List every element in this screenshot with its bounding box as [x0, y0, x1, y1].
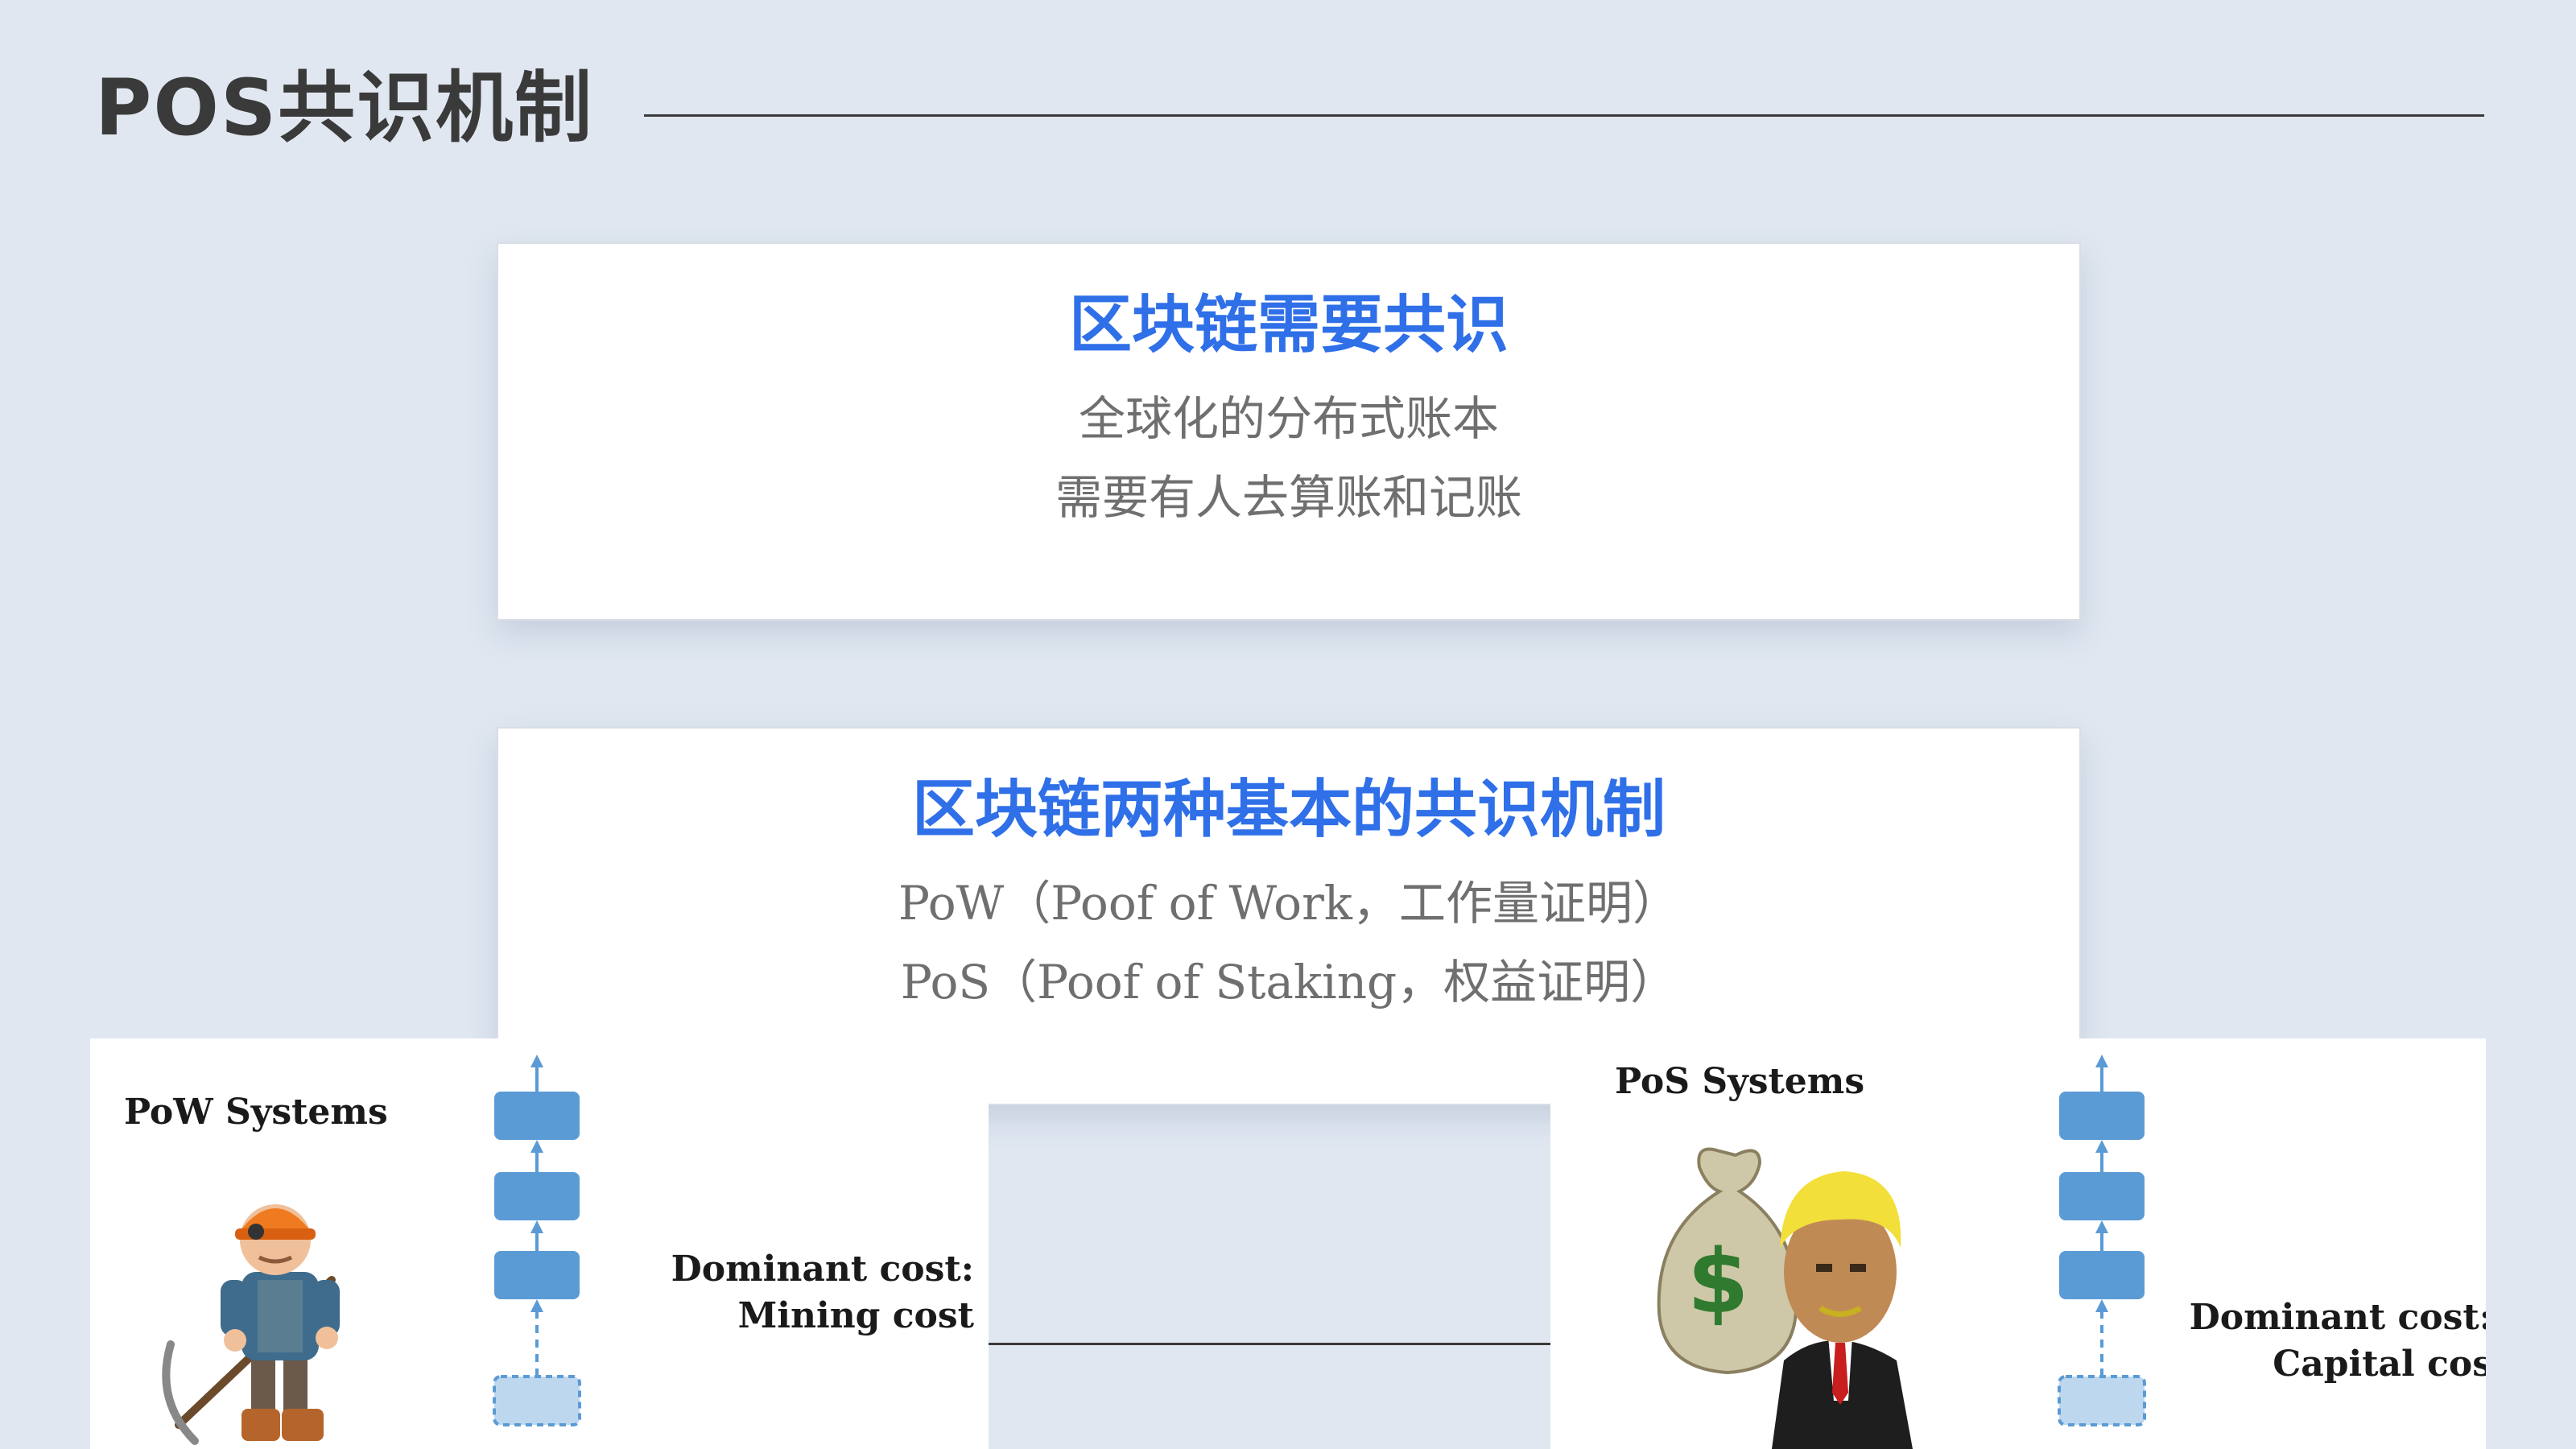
pow-dominant-cost: Dominant cost: Mining cost	[671, 1246, 974, 1340]
pos-systems-label: PoS Systems	[1615, 1061, 1865, 1102]
card-heading: 区块链两种基本的共识机制	[911, 774, 1666, 846]
card-heading: 区块链需要共识	[1068, 289, 1509, 361]
pow-systems-label: PoW Systems	[124, 1092, 388, 1133]
pos-dominant-cost: Dominant cost: Capital cos	[2190, 1294, 2486, 1388]
card-line: 全球化的分布式账本	[1078, 391, 1499, 446]
page-title: POS共识机制	[95, 63, 594, 153]
card-line: PoS（Poof of Staking，权益证明）	[900, 955, 1678, 1009]
cost-title: Dominant cost:	[2189, 1297, 2486, 1338]
cost-value: Mining cost	[737, 1295, 974, 1336]
title-divider	[644, 114, 2484, 117]
pos-chain-icon	[2058, 1055, 2146, 1426]
businessman-money-bag-icon: $	[1657, 1147, 1913, 1449]
cost-value: Capital cos	[2273, 1344, 2486, 1385]
consensus-need-card: 区块链需要共识 全球化的分布式账本 需要有人去算账和记账	[497, 242, 2081, 621]
pow-chain-icon	[493, 1055, 581, 1426]
miner-icon	[162, 1204, 340, 1445]
pos-illustration: PoS Systems $ Dominant cost: Capital cos	[1550, 1038, 2486, 1449]
card-line: 需要有人去算账和记账	[1055, 470, 1522, 525]
bottom-divider	[989, 1343, 1550, 1345]
card-line: PoW（Poof of Work，工作量证明）	[898, 876, 1679, 931]
pow-illustration: PoW Systems Dominant cost: Mining cost	[90, 1038, 989, 1449]
cost-title: Dominant cost:	[671, 1249, 974, 1290]
dollar-sign: $	[1687, 1230, 1749, 1333]
